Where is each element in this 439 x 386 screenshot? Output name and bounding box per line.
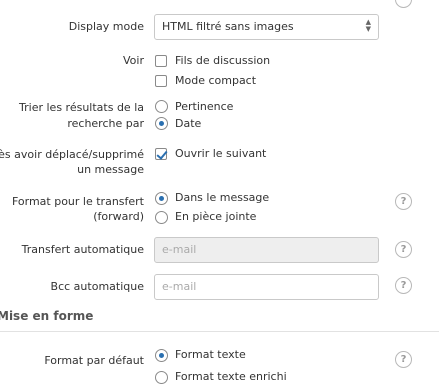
format-text-label[interactable]: Format texte xyxy=(175,348,246,362)
forward-format-label-line2: (forward) xyxy=(93,210,144,223)
forward-attachment-radio[interactable] xyxy=(155,211,168,224)
forward-format-label-line1: Format pour le transfert xyxy=(11,195,144,208)
open-next-label[interactable]: Ouvrir le suivant xyxy=(175,147,266,161)
sort-relevance-radio[interactable] xyxy=(155,100,168,113)
forward-inline-radio[interactable] xyxy=(155,192,168,205)
threads-checkbox-label[interactable]: Fils de discussion xyxy=(175,54,270,68)
open-next-checkbox[interactable] xyxy=(155,148,167,160)
display-mode-label: Display mode xyxy=(68,20,144,33)
format-text-radio[interactable] xyxy=(155,349,168,362)
help-icon-default-format[interactable]: ? xyxy=(395,351,412,368)
auto-bcc-input[interactable]: e-mail xyxy=(154,274,379,300)
auto-bcc-label: Bcc automatique xyxy=(50,280,144,293)
display-mode-value: HTML filtré sans images xyxy=(162,20,294,33)
display-mode-select[interactable]: HTML filtré sans images ▲ ▼ xyxy=(154,14,379,40)
sort-date-label[interactable]: Date xyxy=(175,117,201,131)
after-move-label-line1: Après avoir déplacé/supprimé xyxy=(0,148,144,161)
section-title-formatting: Mise en forme xyxy=(0,309,94,323)
sort-relevance-label[interactable]: Pertinence xyxy=(175,100,233,114)
sort-label-line2: recherche par xyxy=(67,117,144,130)
section-divider xyxy=(0,331,439,332)
auto-forward-label: Transfert automatique xyxy=(21,243,144,256)
compact-mode-checkbox-label[interactable]: Mode compact xyxy=(175,74,256,88)
after-move-label-line2: un message xyxy=(77,163,144,176)
help-icon-auto-forward[interactable]: ? xyxy=(395,241,412,258)
default-format-label: Format par défaut xyxy=(44,354,144,367)
sort-label-line1: Trier les résultats de la xyxy=(19,101,144,114)
auto-forward-input[interactable]: e-mail xyxy=(154,237,379,263)
help-icon-auto-bcc[interactable]: ? xyxy=(395,277,412,294)
compact-mode-checkbox[interactable] xyxy=(155,75,167,87)
threads-checkbox[interactable] xyxy=(155,55,167,67)
select-arrows-icon: ▲ ▼ xyxy=(365,18,371,33)
sort-date-radio[interactable] xyxy=(155,117,168,130)
voir-label: Voir xyxy=(123,54,144,67)
help-icon-forward-format[interactable]: ? xyxy=(395,193,412,210)
help-icon-top-partial[interactable] xyxy=(395,0,412,8)
forward-inline-label[interactable]: Dans le message xyxy=(175,191,269,205)
forward-attachment-label[interactable]: En pièce jointe xyxy=(175,210,256,224)
format-rich-text-label[interactable]: Format texte enrichi xyxy=(175,370,287,384)
format-rich-text-radio[interactable] xyxy=(155,371,168,384)
